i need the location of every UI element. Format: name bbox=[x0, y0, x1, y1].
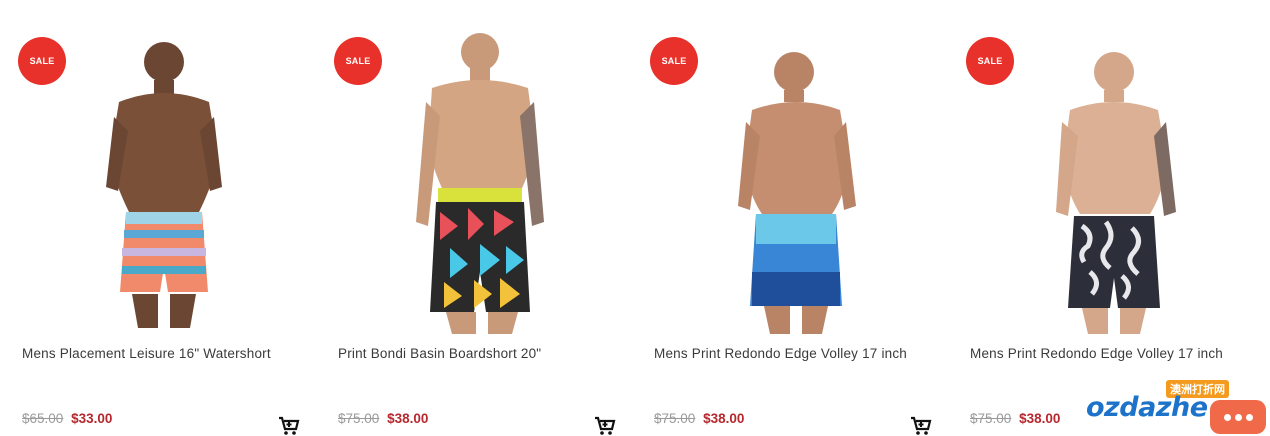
product-image[interactable]: SALE bbox=[646, 22, 946, 334]
original-price: $65.00 bbox=[22, 411, 64, 426]
sale-badge: SALE bbox=[18, 37, 66, 85]
product-card[interactable]: SALE Print Bondi Basin Boardshort 20" $7… bbox=[330, 0, 630, 436]
price-block: $75.00 $38.00 bbox=[654, 411, 744, 426]
product-card[interactable]: SALE Mens Print Redondo Edge Volley 17 i… bbox=[962, 0, 1262, 436]
sale-badge: SALE bbox=[334, 37, 382, 85]
chat-bubble-icon[interactable] bbox=[1210, 400, 1266, 434]
sale-price: $33.00 bbox=[71, 411, 113, 426]
product-title[interactable]: Print Bondi Basin Boardshort 20" bbox=[338, 346, 541, 361]
product-title[interactable]: Mens Placement Leisure 16" Watershort bbox=[22, 346, 271, 361]
product-title[interactable]: Mens Print Redondo Edge Volley 17 inch bbox=[970, 346, 1223, 361]
model-photo bbox=[416, 33, 544, 334]
add-to-cart-icon[interactable] bbox=[594, 416, 616, 436]
sale-badge: SALE bbox=[966, 37, 1014, 85]
watermark-brand: ozdazhe bbox=[1086, 392, 1208, 423]
product-grid: SALE Mens Placement Leisure 16" Watersho… bbox=[0, 0, 1270, 436]
add-to-cart-icon[interactable] bbox=[278, 416, 300, 436]
original-price: $75.00 bbox=[654, 411, 696, 426]
price-block: $65.00 $33.00 bbox=[22, 411, 112, 426]
add-to-cart-icon[interactable] bbox=[910, 416, 932, 436]
product-image[interactable]: SALE bbox=[962, 22, 1262, 334]
site-watermark: 澳洲打折网 ozdazhe bbox=[1086, 378, 1270, 436]
original-price: $75.00 bbox=[338, 411, 380, 426]
product-card[interactable]: SALE Mens Print Redondo Edge Volley 17 i… bbox=[646, 0, 946, 436]
price-block: $75.00 $38.00 bbox=[970, 411, 1060, 426]
price-block: $75.00 $38.00 bbox=[338, 411, 428, 426]
product-image[interactable]: SALE bbox=[330, 22, 630, 334]
original-price: $75.00 bbox=[970, 411, 1012, 426]
product-image[interactable]: SALE bbox=[14, 22, 314, 334]
sale-badge: SALE bbox=[650, 37, 698, 85]
sale-price: $38.00 bbox=[1019, 411, 1061, 426]
product-card[interactable]: SALE Mens Placement Leisure 16" Watersho… bbox=[14, 0, 314, 436]
sale-price: $38.00 bbox=[703, 411, 745, 426]
sale-price: $38.00 bbox=[387, 411, 429, 426]
model-photo bbox=[738, 52, 856, 334]
model-photo bbox=[1056, 52, 1176, 334]
model-photo bbox=[106, 42, 222, 328]
product-title[interactable]: Mens Print Redondo Edge Volley 17 inch bbox=[654, 346, 907, 361]
